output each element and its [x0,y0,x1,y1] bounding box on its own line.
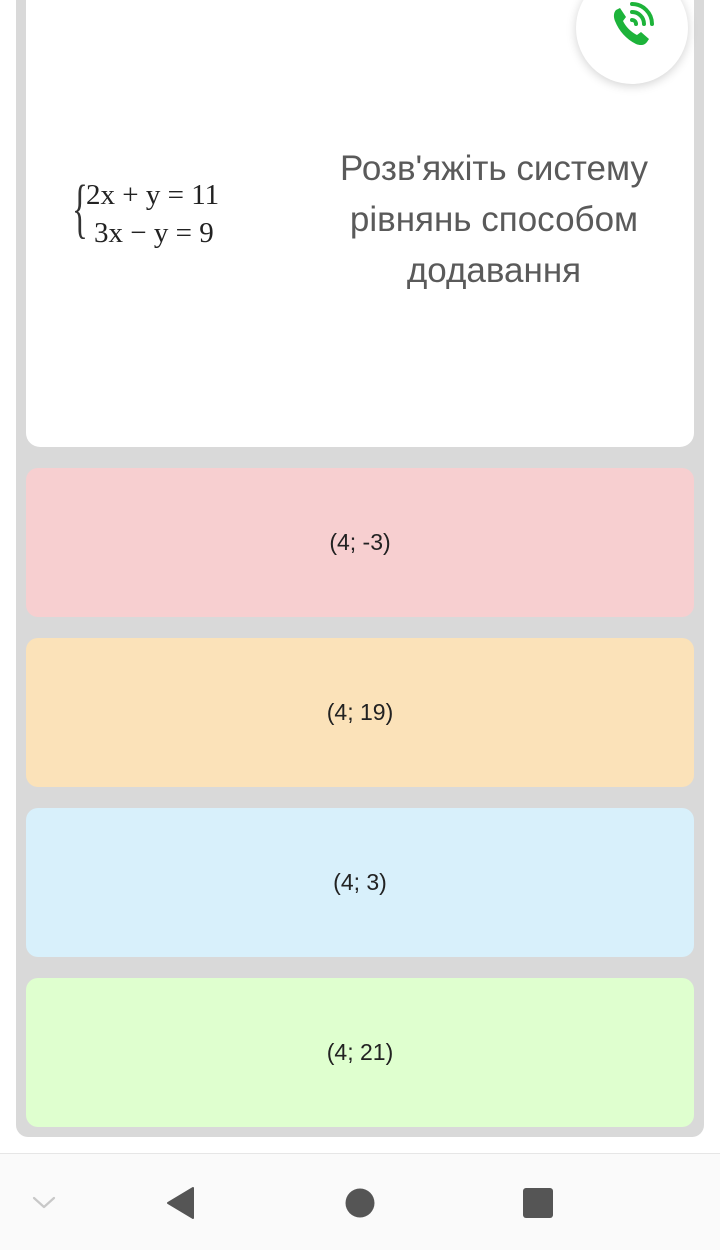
back-triangle-icon [167,1186,194,1219]
equation-line-2: 3x − y = 9 [94,217,214,249]
question-text-line-3: додавання [406,251,582,290]
nav-back-button[interactable] [150,1154,210,1250]
nav-home-button[interactable] [330,1154,390,1250]
nav-recents-button[interactable] [508,1154,568,1250]
answer-option-1[interactable]: (4; -3) [26,468,694,617]
answer-label: (4; -3) [329,529,391,555]
question-text-line-2: рівнянь способом [349,200,639,239]
answer-label: (4; 21) [326,1039,394,1065]
phone-wifi-icon [613,2,654,46]
chevron-down-icon [32,1196,56,1208]
answer-option-4[interactable]: (4; 21) [26,978,694,1127]
answer-option-3[interactable]: (4; 3) [26,808,694,957]
equation-line-1: 2x + y = 11 [86,179,220,211]
question-text-line-1: Розв'яжіть систему [340,149,648,188]
answer-option-2[interactable]: (4; 19) [26,638,694,787]
system-nav-bar [0,1153,720,1250]
nav-collapse-button[interactable] [14,1154,74,1250]
recents-square-icon [523,1187,553,1218]
question-text: Розв'яжіть систему рівнянь способом дода… [318,143,670,296]
quiz-screen: { 2x + y = 11 3x − y = 9 Розв'яжіть сист… [0,0,720,1250]
answer-label: (4; 19) [326,699,394,725]
equation-system: { 2x + y = 11 3x − y = 9 [70,172,260,256]
home-circle-icon [345,1188,375,1217]
answer-label: (4; 3) [333,869,387,895]
